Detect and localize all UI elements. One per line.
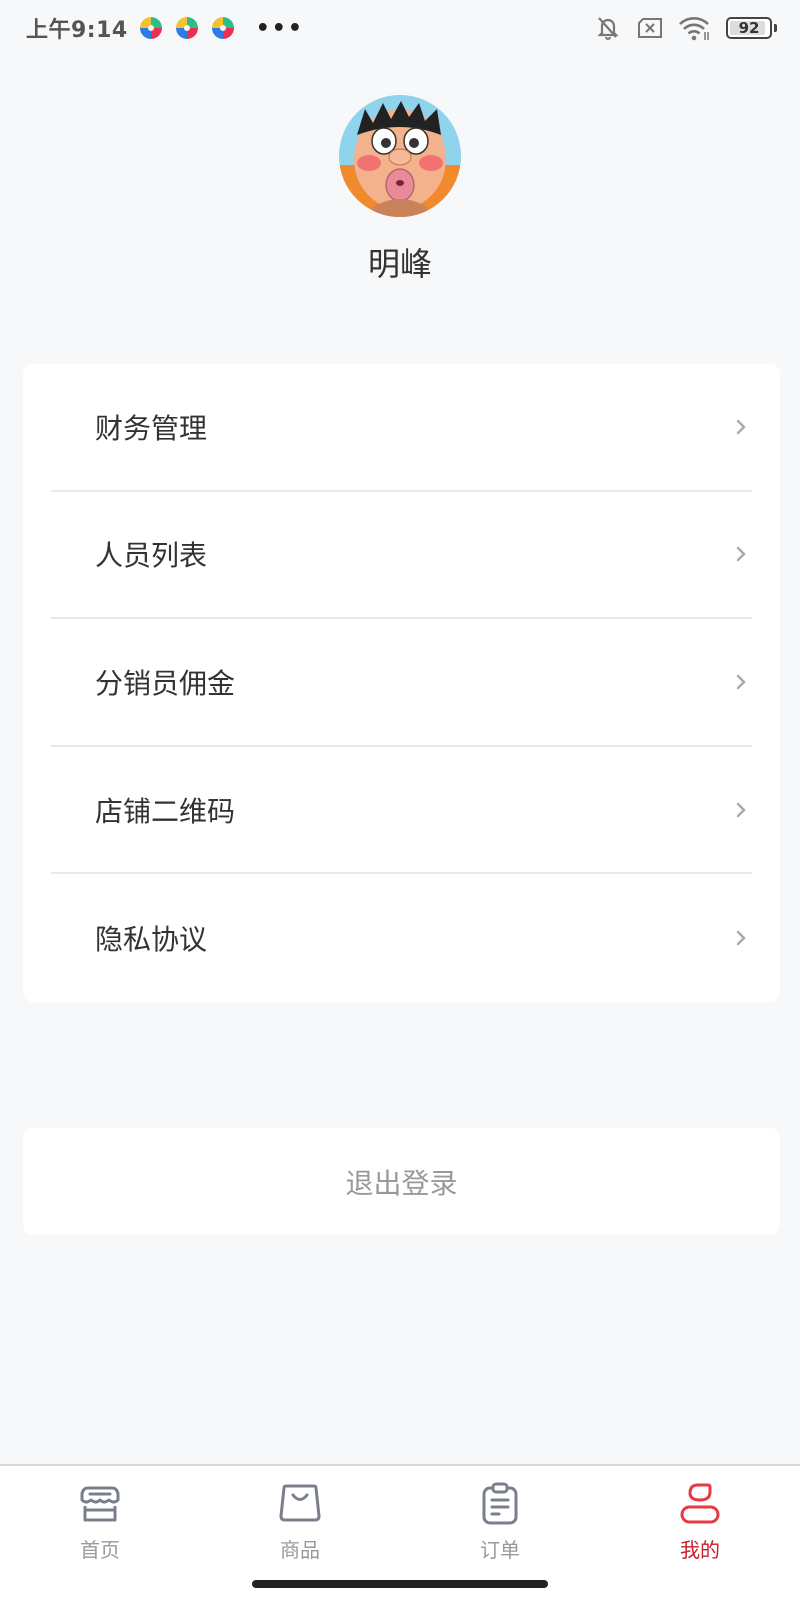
tab-home[interactable]: 首页 [0,1466,200,1600]
store-icon [80,1486,120,1522]
status-bar: 上午9:14 ••• 92 [0,0,800,56]
home-indicator[interactable] [252,1580,548,1588]
sim-none-icon [638,18,662,38]
menu-item-privacy-policy[interactable]: 隐私协议 [51,874,752,1002]
profile-header: 明峰 [0,95,800,285]
chevron-right-icon [736,674,746,690]
avatar[interactable] [339,95,461,217]
logout-label: 退出登录 [345,1166,458,1200]
chevron-right-icon [736,547,746,562]
menu-item-label: 隐私协议 [95,923,208,957]
shopping-bag-icon [279,1484,321,1522]
bell-muted-icon [597,17,619,40]
tab-label: 首页 [80,1538,120,1562]
tab-mine[interactable]: 我的 [600,1466,800,1600]
battery-level: 92 [738,19,760,37]
battery-tip [774,24,777,32]
status-right: 92 [594,15,777,41]
status-time: 上午9:14 [26,18,128,43]
colorful-app-icon [139,17,162,39]
tab-label: 商品 [280,1538,320,1562]
menu-item-label: 财务管理 [95,411,208,445]
user-icon [680,1483,720,1524]
tab-label: 订单 [480,1538,520,1562]
colorful-app-icon [211,17,234,39]
menu-item-label: 分销员佣金 [95,666,236,700]
chevron-right-icon [736,930,746,946]
colorful-app-icon [175,17,198,39]
menu-item-finance[interactable]: 财务管理 [51,364,752,492]
more-notifications-icon: ••• [255,15,304,41]
menu-item-label: 人员列表 [95,539,208,573]
menu-card: 财务管理 人员列表 分销员佣金 店铺二维码 隐私协议 [23,364,780,1002]
status-left: 上午9:14 ••• [26,12,304,44]
menu-item-store-qrcode[interactable]: 店铺二维码 [51,747,752,875]
clipboard-icon [482,1482,518,1525]
battery-icon: 92 [726,17,777,39]
menu-item-label: 店铺二维码 [95,794,236,828]
logout-button[interactable]: 退出登录 [23,1128,780,1235]
user-name: 明峰 [367,245,432,283]
tab-label: 我的 [680,1538,720,1562]
wifi-icon [679,17,709,41]
menu-item-distributor-commission[interactable]: 分销员佣金 [51,619,752,747]
menu-item-staff-list[interactable]: 人员列表 [51,492,752,620]
cartoon-avatar-image [339,95,461,217]
chevron-right-icon [736,419,746,434]
chevron-right-icon [736,802,746,817]
